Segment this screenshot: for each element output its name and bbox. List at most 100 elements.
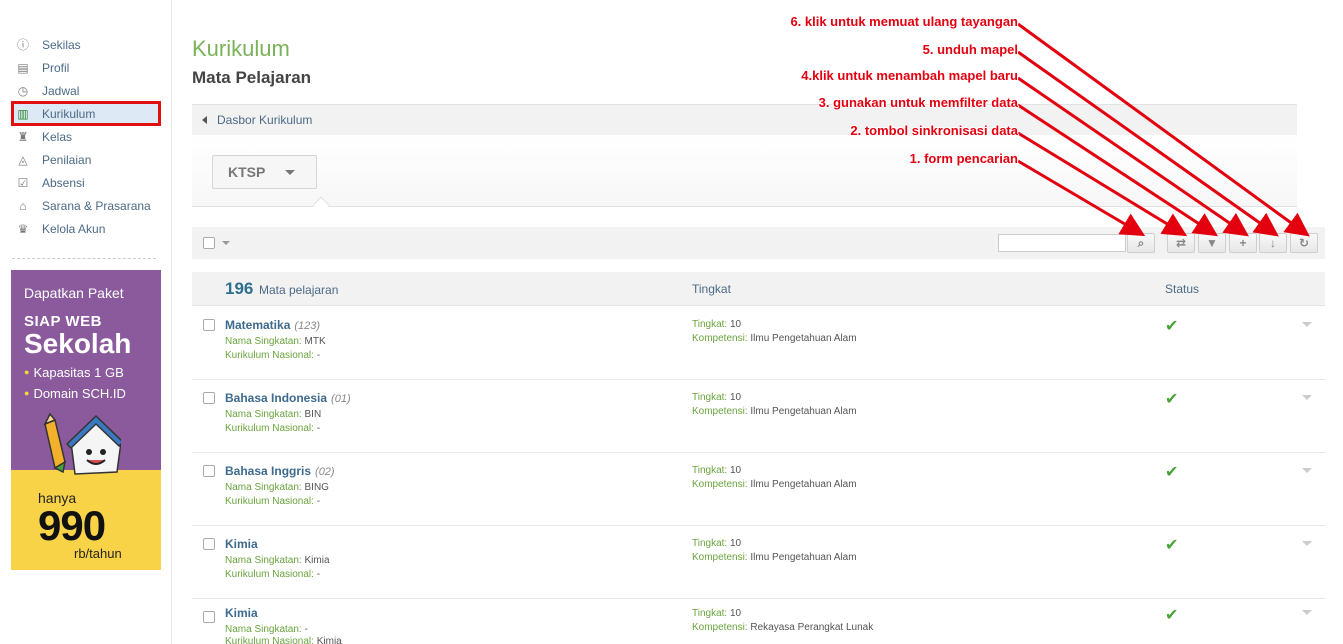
subject-code: (02): [315, 466, 335, 478]
label-kurikulum-nasional: Kurikulum Nasional:: [225, 636, 314, 644]
sidebar-item-kelas[interactable]: ♜ Kelas: [12, 125, 160, 148]
annotation-1: 1. form pencarian: [909, 151, 1018, 166]
sync-button[interactable]: ⇄: [1167, 233, 1195, 253]
sidebar-divider: [12, 258, 156, 259]
tab-pointer: [312, 196, 330, 214]
kompetensi-value: Rekayasa Perangkat Lunak: [750, 622, 874, 633]
page-title: Kurikulum: [192, 36, 290, 61]
sidebar-item-kurikulum[interactable]: ▥ Kurikulum: [11, 101, 161, 126]
tingkat-value: 10: [729, 319, 742, 330]
subject-name: Kimia: [225, 537, 258, 551]
promo-line-1: Dapatkan Paket: [24, 285, 124, 301]
select-all-checkbox[interactable]: [203, 237, 215, 249]
subject-name: Kimia: [225, 606, 258, 620]
subject-code: (123): [294, 320, 321, 332]
label-nama-singkatan: Nama Singkatan:: [225, 482, 302, 493]
sidebar-item-label: Jadwal: [42, 83, 80, 98]
kompetensi-value: Ilmu Pengetahuan Alam: [750, 479, 857, 490]
search-button[interactable]: ⌕: [1127, 233, 1155, 253]
row-checkbox[interactable]: [203, 465, 215, 477]
kurikulum-nasional-value: -: [316, 423, 321, 434]
table-row: Kimia Nama Singkatan: - Kurikulum Nasion…: [192, 599, 1325, 644]
sidebar: ⓘ Sekilas ▤ Profil ◷ Jadwal ▥ Kurikulum …: [0, 0, 172, 644]
row-actions-caret-icon[interactable]: [1302, 395, 1312, 400]
building-icon: ⌂: [19, 198, 27, 213]
label-tingkat: Tingkat:: [692, 465, 728, 476]
subject-code: (01): [331, 393, 351, 405]
desk-chair-icon: ♜: [17, 129, 29, 144]
tingkat-value: 10: [729, 392, 742, 403]
back-arrow-icon: [202, 116, 207, 124]
row-actions-caret-icon[interactable]: [1302, 541, 1312, 546]
row-actions-caret-icon[interactable]: [1302, 610, 1312, 615]
sidebar-item-sekilas[interactable]: ⓘ Sekilas: [12, 33, 160, 56]
promo-bullet-2: Domain SCH.ID: [24, 386, 125, 401]
filter-button[interactable]: ▼: [1198, 233, 1226, 253]
subject-name-link[interactable]: Matematika (123): [225, 318, 320, 332]
sidebar-item-penilaian[interactable]: ◬ Penilaian: [12, 148, 160, 171]
table-row: Bahasa Indonesia (01) Nama Singkatan: BIN…: [192, 380, 1325, 453]
sidebar-item-sarana-prasarana[interactable]: ⌂ Sarana & Prasarana: [12, 194, 160, 217]
label-tingkat: Tingkat:: [692, 392, 728, 403]
status-check-icon: ✔: [1165, 607, 1179, 624]
checklist-icon: ☑: [17, 175, 29, 190]
sidebar-item-label: Kurikulum: [42, 106, 96, 121]
breadcrumb-link[interactable]: Dasbor Kurikulum: [217, 113, 312, 127]
nama-singkatan-value: -: [304, 624, 308, 635]
promo-price-unit: rb/tahun: [74, 546, 122, 561]
row-actions-caret-icon[interactable]: [1302, 322, 1312, 327]
label-kompetensi: Kompetensi:: [692, 333, 748, 344]
add-subject-button[interactable]: +: [1229, 233, 1257, 253]
table-row: Matematika (123) Nama Singkatan: MTK Kuri…: [192, 307, 1325, 380]
label-nama-singkatan: Nama Singkatan:: [225, 555, 302, 566]
info-icon: ⓘ: [16, 37, 29, 52]
sidebar-item-label: Absensi: [42, 175, 85, 190]
tingkat-value: 10: [729, 538, 742, 549]
subject-name-link[interactable]: Kimia: [225, 537, 262, 551]
table-row: Kimia Nama Singkatan: Kimia Kurikulum Na…: [192, 526, 1325, 599]
curriculum-dropdown[interactable]: KTSP: [212, 155, 317, 189]
label-nama-singkatan: Nama Singkatan:: [225, 624, 302, 635]
sidebar-item-jadwal[interactable]: ◷ Jadwal: [12, 79, 160, 102]
subject-name-link[interactable]: Kimia: [225, 606, 262, 620]
nama-singkatan-value: Kimia: [304, 555, 330, 566]
breadcrumb[interactable]: Dasbor Kurikulum: [192, 104, 1297, 135]
label-kompetensi: Kompetensi:: [692, 479, 748, 490]
download-button[interactable]: ↓: [1259, 233, 1287, 253]
kompetensi-value: Ilmu Pengetahuan Alam: [750, 333, 857, 344]
row-checkbox[interactable]: [203, 392, 215, 404]
filter-icon: ▼: [1206, 236, 1218, 250]
book-icon: ▥: [17, 106, 29, 121]
select-options-caret-icon[interactable]: [222, 241, 230, 245]
pencil-house-mascot-icon: [43, 412, 121, 475]
row-checkbox[interactable]: [203, 319, 215, 331]
column-header-tingkat: Tingkat: [692, 282, 731, 296]
status-check-icon: ✔: [1165, 318, 1179, 335]
promo-line-3: Sekolah: [24, 328, 132, 359]
annotation-2: 2. tombol sinkronisasi data: [850, 123, 1018, 138]
subject-count: 196: [225, 279, 254, 298]
page-subtitle: Mata Pelajaran: [192, 68, 312, 87]
row-actions-caret-icon[interactable]: [1302, 468, 1312, 473]
label-nama-singkatan: Nama Singkatan:: [225, 409, 302, 420]
subject-name: Bahasa Indonesia: [225, 391, 328, 405]
label-kompetensi: Kompetensi:: [692, 552, 748, 563]
row-checkbox[interactable]: [203, 538, 215, 550]
status-check-icon: ✔: [1165, 391, 1179, 408]
search-input[interactable]: [998, 234, 1126, 252]
sidebar-item-kelola-akun[interactable]: ♛ Kelola Akun: [12, 217, 160, 240]
kompetensi-value: Ilmu Pengetahuan Alam: [750, 552, 857, 563]
reload-button[interactable]: ↻: [1290, 233, 1318, 253]
label-nama-singkatan: Nama Singkatan:: [225, 336, 302, 347]
sidebar-item-profil[interactable]: ▤ Profil: [12, 56, 160, 79]
subject-name-link[interactable]: Bahasa Inggris (02): [225, 464, 335, 478]
status-check-icon: ✔: [1165, 464, 1179, 481]
promo-banner[interactable]: Dapatkan Paket SIAP WEB Sekolah Kapasita…: [11, 270, 161, 570]
kompetensi-value: Ilmu Pengetahuan Alam: [750, 406, 857, 417]
promo-bullet-1: Kapasitas 1 GB: [24, 365, 123, 380]
subject-name-link[interactable]: Bahasa Indonesia (01): [225, 391, 351, 405]
sidebar-item-absensi[interactable]: ☑ Absensi: [12, 171, 160, 194]
sidebar-nav: ⓘ Sekilas ▤ Profil ◷ Jadwal ▥ Kurikulum …: [11, 33, 161, 240]
chevron-down-icon: [285, 169, 296, 175]
row-checkbox[interactable]: [203, 611, 215, 623]
